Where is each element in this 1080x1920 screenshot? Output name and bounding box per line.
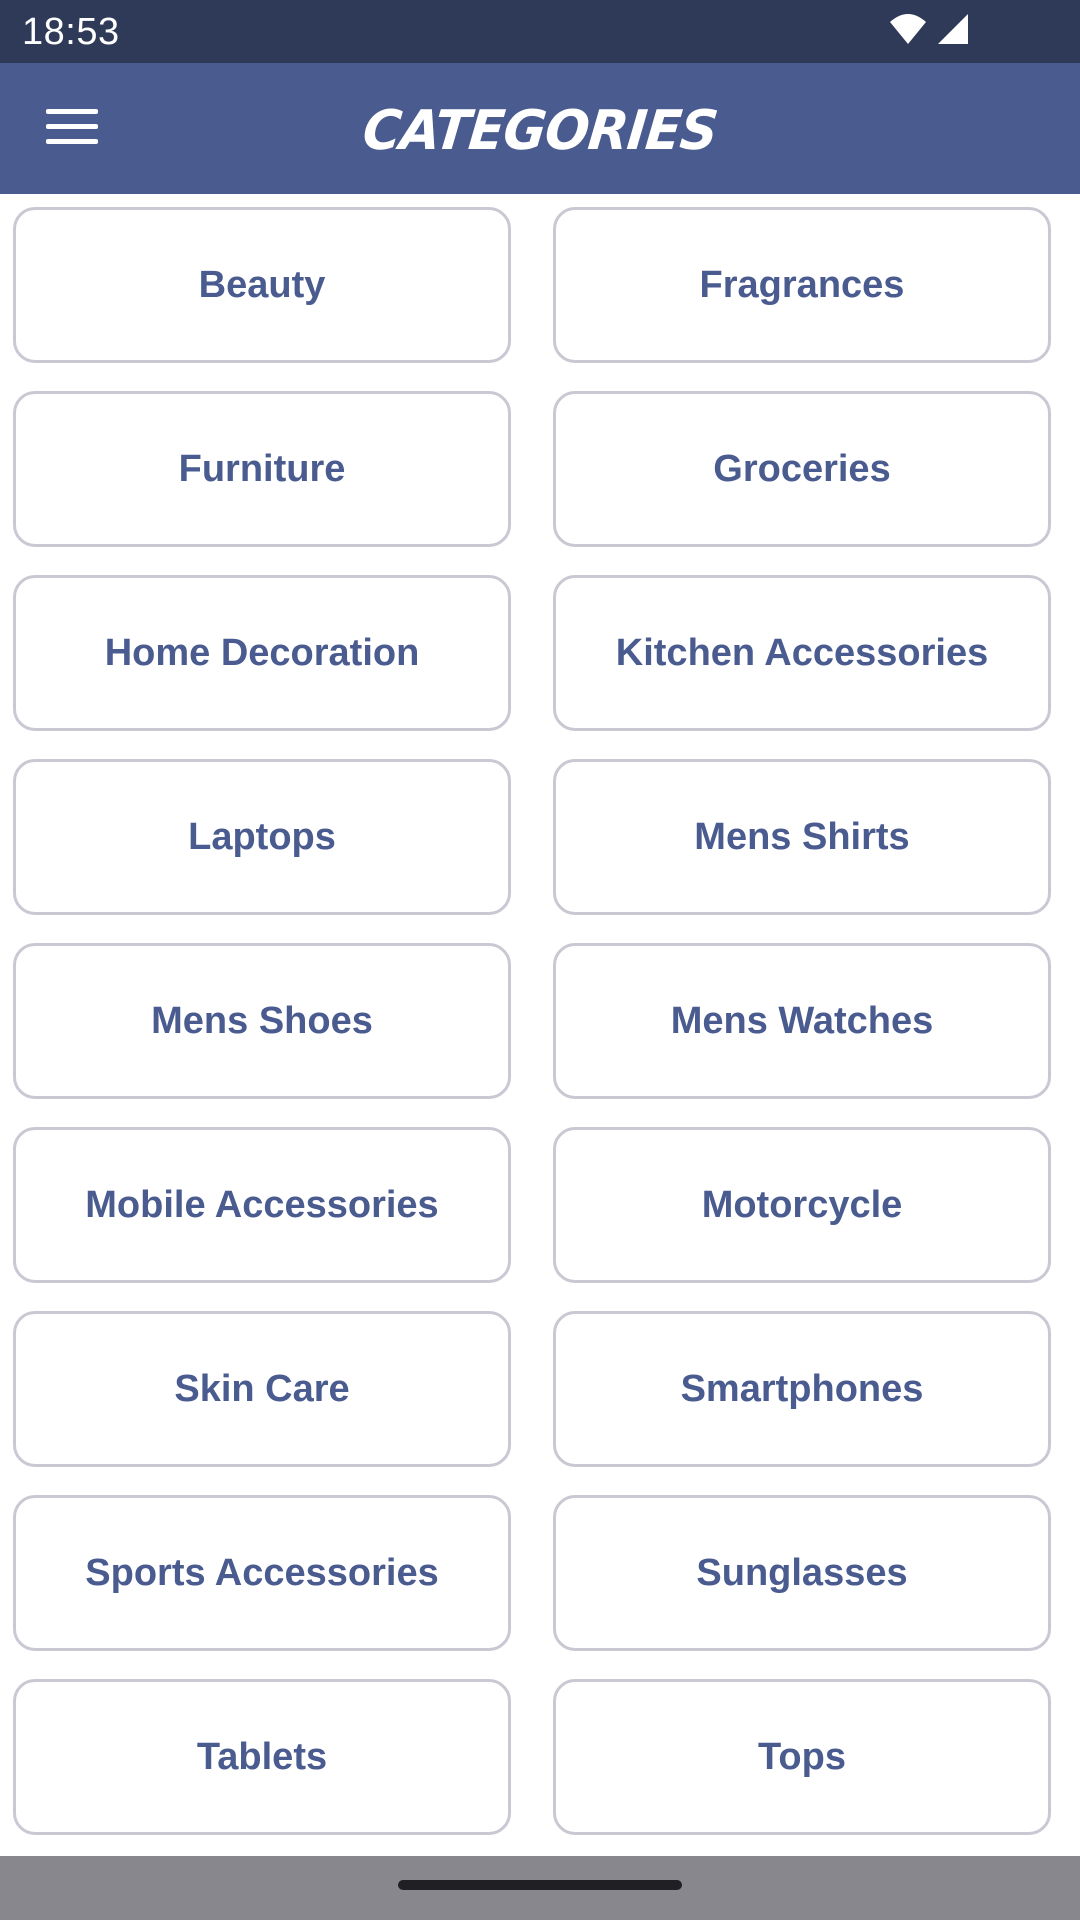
- category-button[interactable]: Smartphones: [553, 1311, 1051, 1467]
- category-button[interactable]: Sunglasses: [553, 1495, 1051, 1651]
- category-button[interactable]: Beauty: [13, 207, 511, 363]
- category-button[interactable]: Kitchen Accessories: [553, 575, 1051, 731]
- home-gesture-handle[interactable]: [398, 1880, 682, 1890]
- category-button[interactable]: Sports Accessories: [13, 1495, 511, 1651]
- category-label: Tablets: [196, 1735, 328, 1778]
- category-button[interactable]: Groceries: [553, 391, 1051, 547]
- category-button[interactable]: Laptops: [13, 759, 511, 915]
- status-icons: [888, 12, 970, 51]
- category-label: Sports Accessories: [85, 1551, 439, 1594]
- category-button[interactable]: Tops: [553, 1679, 1051, 1835]
- category-label: Skin Care: [174, 1367, 350, 1410]
- category-label: Sunglasses: [696, 1551, 908, 1594]
- category-label: Groceries: [713, 447, 891, 490]
- category-label: Home Decoration: [104, 631, 420, 674]
- system-navigation-bar: [0, 1856, 1080, 1920]
- category-label: Fragrances: [699, 263, 905, 306]
- category-label: Laptops: [188, 815, 336, 858]
- app-bar: CATEGORIES: [0, 63, 1080, 194]
- category-label: Mobile Accessories: [85, 1183, 439, 1226]
- category-button[interactable]: Mobile Accessories: [13, 1127, 511, 1283]
- category-label: Smartphones: [680, 1367, 924, 1410]
- category-label: Kitchen Accessories: [615, 631, 989, 674]
- cellular-signal-icon: [936, 12, 970, 51]
- category-label: Mens Watches: [670, 999, 934, 1042]
- category-button[interactable]: Tablets: [13, 1679, 511, 1835]
- category-label: Tops: [758, 1735, 846, 1778]
- category-label: Mens Shoes: [151, 999, 373, 1042]
- category-button[interactable]: Motorcycle: [553, 1127, 1051, 1283]
- category-button[interactable]: Mens Shoes: [13, 943, 511, 1099]
- page-title: CATEGORIES: [359, 99, 721, 163]
- category-grid: Beauty Fragrances Furniture Groceries Home D…: [13, 207, 1053, 1835]
- status-bar: 18:53: [0, 0, 1080, 63]
- category-button[interactable]: Home Decoration: [13, 575, 511, 731]
- category-button[interactable]: Skin Care: [13, 1311, 511, 1467]
- category-button[interactable]: Mens Watches: [553, 943, 1051, 1099]
- status-time: 18:53: [22, 11, 120, 53]
- wifi-icon: [888, 12, 928, 51]
- category-label: Furniture: [178, 447, 346, 490]
- category-button[interactable]: Furniture: [13, 391, 511, 547]
- category-label: Beauty: [198, 263, 326, 306]
- category-label: Motorcycle: [701, 1183, 903, 1226]
- category-button[interactable]: Mens Shirts: [553, 759, 1051, 915]
- category-label: Mens Shirts: [694, 815, 910, 858]
- category-button[interactable]: Fragrances: [553, 207, 1051, 363]
